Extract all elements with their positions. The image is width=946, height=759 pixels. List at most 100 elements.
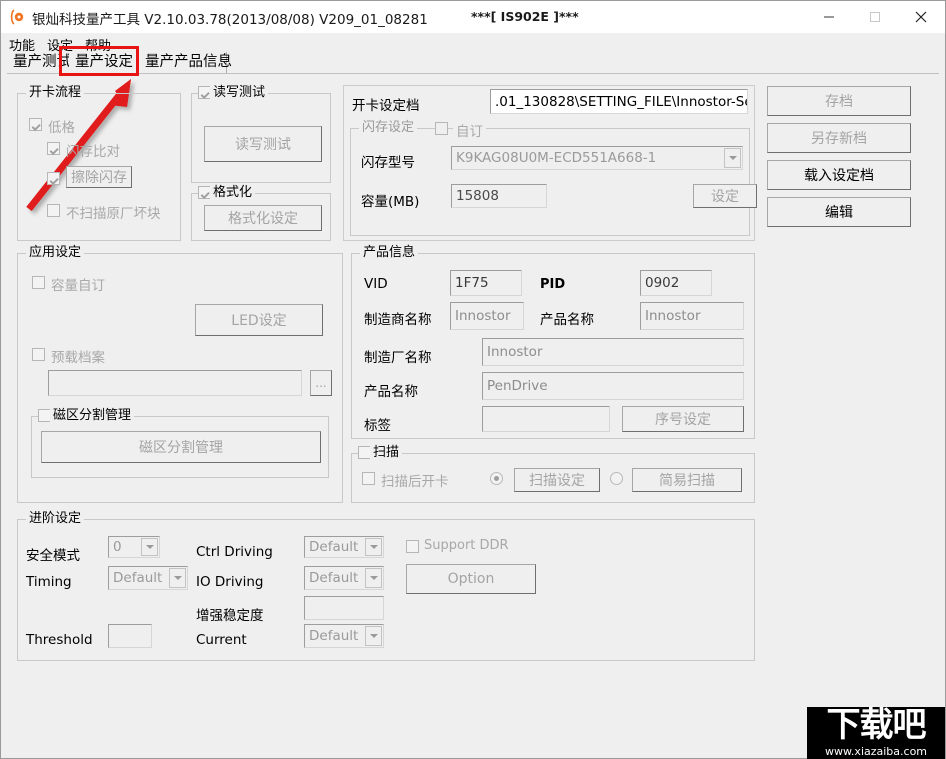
radio-simple-scan[interactable]: [610, 472, 623, 485]
window-title: 银灿科技量产工具 V2.10.03.78(2013/08/08) V209_01…: [32, 8, 428, 28]
checkbox-flash-compare[interactable]: [47, 142, 60, 155]
format-setting-button[interactable]: 格式化设定: [204, 205, 322, 231]
application-setting-group: 应用设定 容量自订 LED设定 预载档案 ... 磁区分割管理 磁区分割管理: [17, 253, 343, 503]
readwrite-test-button[interactable]: 读写测试: [204, 126, 322, 162]
chevron-down-icon[interactable]: [169, 568, 186, 588]
maker-name-label: 制造厂名称: [364, 346, 432, 366]
timing-value: Default: [113, 570, 162, 586]
io-driving-combo[interactable]: Default: [304, 566, 384, 590]
chevron-down-icon[interactable]: [365, 568, 382, 588]
format-group-label: 格式化: [210, 186, 255, 200]
product-info-group: 产品信息 VID 1F75 PID 0902 制造商名称 Innostor 产品…: [351, 253, 755, 439]
setting-file-label: 开卡设定档: [352, 94, 420, 114]
io-driving-label: IO Driving: [196, 574, 263, 590]
advanced-setting-group-label: 进阶设定: [26, 512, 84, 526]
readwrite-test-group: 读写测试 读写测试: [191, 93, 331, 183]
checkbox-support-ddr[interactable]: [406, 540, 419, 553]
serial-setting-button[interactable]: 序号设定: [622, 406, 744, 432]
stability-input[interactable]: [304, 596, 384, 620]
checkbox-low-format[interactable]: [29, 118, 42, 131]
checkbox-erase-flash[interactable]: [47, 172, 60, 185]
readwrite-test-group-label: 读写测试: [210, 86, 268, 100]
flow-group: 开卡流程 低格 闪存比对 擦除闪存 不扫描原厂坏块: [17, 93, 181, 241]
flash-capacity-input[interactable]: 15808: [451, 184, 547, 208]
scan-group-label: 扫描: [370, 446, 402, 460]
watermark-title: 下载吧: [807, 707, 945, 745]
label-support-ddr: Support DDR: [424, 538, 509, 553]
maximize-icon: [869, 11, 881, 23]
application-setting-group-label: 应用设定: [26, 246, 84, 260]
safe-mode-combo[interactable]: 0: [108, 536, 160, 558]
advanced-setting-group: 进阶设定 安全模式 0 Timing Default Threshold Ctr…: [17, 519, 755, 661]
partition-group: 磁区分割管理 磁区分割管理: [31, 416, 329, 478]
format-group: 格式化 格式化设定: [191, 193, 331, 241]
checkbox-scan-then-produce[interactable]: [362, 472, 375, 485]
product-name-label: 产品名称: [540, 308, 594, 328]
setting-file-input[interactable]: .01_130828\SETTING_FILE\Innostor-Setup.i…: [490, 89, 748, 114]
edit-button[interactable]: 编辑: [767, 197, 911, 227]
label-scan-then-produce: 扫描后开卡: [381, 470, 449, 490]
led-setting-button[interactable]: LED设定: [195, 304, 323, 336]
load-setting-button[interactable]: 载入设定档: [767, 160, 911, 190]
partition-manage-button[interactable]: 磁区分割管理: [41, 431, 321, 463]
label-low-format: 低格: [48, 116, 75, 136]
safe-mode-label: 安全模式: [26, 544, 80, 564]
preload-browse-button[interactable]: ...: [310, 370, 332, 396]
timing-label: Timing: [26, 574, 72, 590]
flash-setting-group: 闪存设定 自订 闪存型号 K9KAG08U0M-ECD551A668-1 容量(…: [350, 128, 750, 236]
minimize-button[interactable]: [806, 1, 852, 32]
vendor-name-input[interactable]: Innostor: [450, 302, 524, 330]
simple-scan-button[interactable]: 简易扫描: [632, 468, 742, 492]
main-window: 银灿科技量产工具 V2.10.03.78(2013/08/08) V209_01…: [0, 0, 946, 759]
chevron-down-icon[interactable]: [365, 626, 382, 646]
scan-setting-button[interactable]: 扫描设定: [514, 468, 600, 492]
watermark-url: www.xiazaiba.com: [807, 745, 945, 758]
timing-combo[interactable]: Default: [108, 566, 188, 590]
scan-group: 扫描 扫描后开卡 扫描设定 简易扫描: [351, 453, 755, 503]
checkbox-preload-file[interactable]: [32, 348, 45, 361]
maker-name-input[interactable]: Innostor: [482, 338, 744, 366]
flow-group-label: 开卡流程: [26, 86, 84, 100]
checkbox-flash-custom[interactable]: [435, 122, 448, 135]
pid-input[interactable]: 0902: [640, 270, 712, 296]
maximize-button[interactable]: [852, 1, 898, 32]
erase-flash-button[interactable]: 擦除闪存: [66, 166, 132, 188]
preload-file-input[interactable]: [48, 370, 302, 396]
title-bar: 银灿科技量产工具 V2.10.03.78(2013/08/08) V209_01…: [1, 1, 945, 33]
close-icon: [915, 10, 928, 23]
current-label: Current: [196, 632, 247, 648]
ctrl-driving-combo[interactable]: Default: [304, 536, 384, 558]
label-flash-custom: 自订: [453, 120, 486, 140]
product-info-group-label: 产品信息: [360, 246, 418, 260]
tag-input[interactable]: [482, 406, 610, 432]
radio-full-scan[interactable]: [490, 472, 503, 485]
tab-product-info[interactable]: 量产产品信息: [139, 52, 227, 73]
flash-model-combo[interactable]: K9KAG08U0M-ECD551A668-1: [451, 146, 743, 170]
ctrl-driving-label: Ctrl Driving: [196, 544, 273, 560]
label-preload-file: 预载档案: [51, 346, 105, 366]
save-button[interactable]: 存档: [767, 86, 911, 116]
vid-input[interactable]: 1F75: [450, 270, 522, 296]
chevron-down-icon[interactable]: [365, 538, 382, 556]
menu-bar: 功能 设定 帮助: [1, 33, 945, 53]
current-value: Default: [309, 628, 358, 644]
flash-set-button[interactable]: 设定: [693, 184, 757, 208]
option-button[interactable]: Option: [406, 564, 536, 594]
save-as-button[interactable]: 另存新档: [767, 123, 911, 153]
vid-label: VID: [364, 276, 388, 292]
checkbox-skip-factory-bad-block[interactable]: [47, 204, 60, 217]
flash-capacity-label: 容量(MB): [361, 190, 419, 210]
chevron-down-icon[interactable]: [141, 538, 158, 556]
current-combo[interactable]: Default: [304, 624, 384, 648]
checkbox-capacity-custom[interactable]: [32, 276, 45, 289]
innostor-logo-icon: [10, 9, 26, 25]
threshold-input[interactable]: [108, 624, 152, 648]
label-flash-compare: 闪存比对: [66, 140, 120, 160]
close-button[interactable]: [898, 1, 944, 32]
chevron-down-icon[interactable]: [724, 148, 741, 168]
pname-input[interactable]: PenDrive: [482, 372, 744, 400]
tag-label: 标签: [364, 414, 391, 434]
pname-label: 产品名称: [364, 380, 418, 400]
product-name-input[interactable]: Innostor: [640, 302, 744, 330]
ctrl-driving-value: Default: [309, 539, 358, 555]
